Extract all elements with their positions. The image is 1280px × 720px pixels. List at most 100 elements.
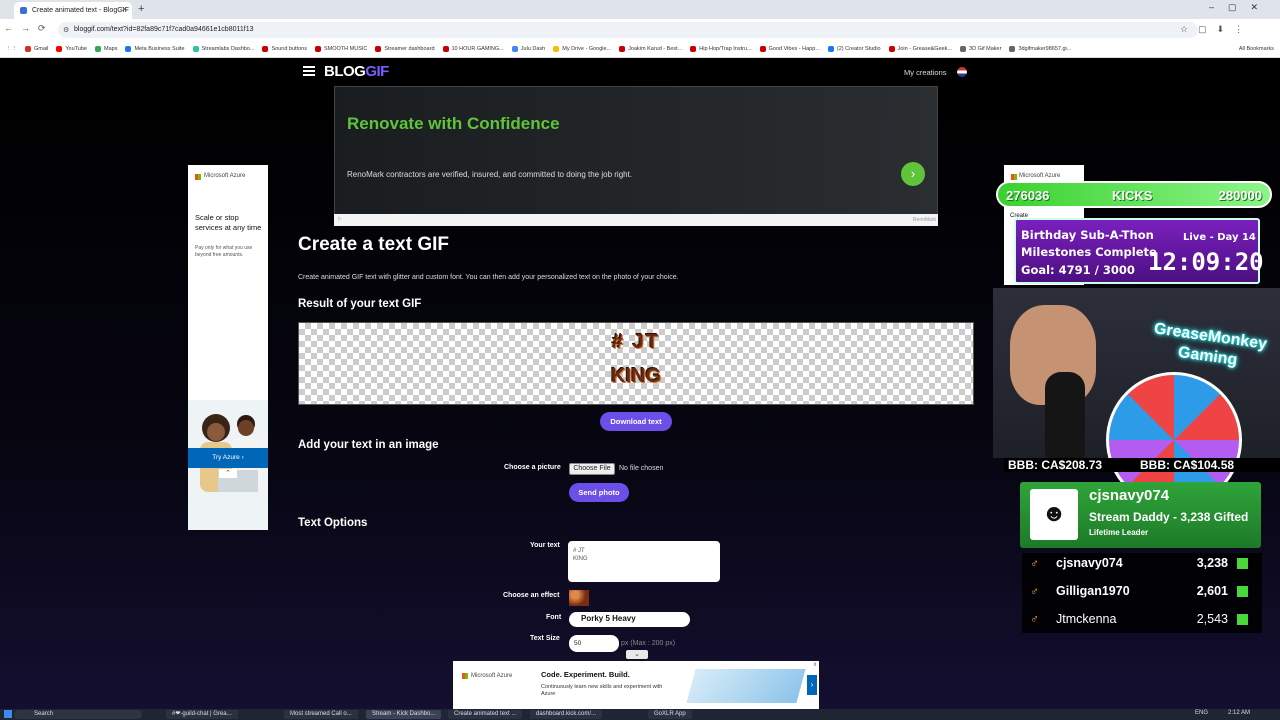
bookmark-item[interactable]: Good Vibes - Happ... [759,46,820,52]
bookmark-favicon-icon [442,46,449,52]
microsoft-logo-icon [462,673,468,679]
browser-toolbar-icons[interactable]: ☆▢⬇⋮ [1180,24,1253,35]
top-banner-ad[interactable] [334,86,938,226]
male-symbol-icon: ♂ [1030,556,1039,570]
right-ad-brand: Microsoft Azure [1011,173,1060,180]
bottom-ad-graphic [686,669,806,703]
bookmark-favicon-icon [56,46,63,52]
bookmark-item[interactable]: Julu Dash [511,46,545,52]
your-text-textarea[interactable]: # JT KING [568,541,720,582]
all-bookmarks-button[interactable]: All Bookmarks [1239,46,1274,52]
top-ad-sponsor: RenoMark [912,217,936,223]
download-text-button[interactable]: Download text [600,412,672,431]
bookmark-label: Join - Grease&Geek... [897,46,953,52]
tab-title: Create animated text - BlogGIF [32,7,129,14]
bookmark-item[interactable]: Gmail [25,46,48,52]
bookmark-item[interactable]: 10 HOUR GAMING... [442,46,504,52]
your-text-label: Your text [530,542,560,549]
bookmark-favicon-icon [192,46,199,52]
microsoft-logo-icon [1011,174,1017,180]
bottom-ad-next-button[interactable]: › [807,675,817,695]
subathon-timer: 12:09:20 [1148,248,1264,276]
bookmark-item[interactable]: Maps [95,46,117,52]
leaderboard-row: ♂ Jtmckenna 2,543 [1022,609,1262,631]
close-ad-icon[interactable]: x [811,661,819,669]
bookmark-item[interactable]: Sound buttons [262,46,307,52]
try-azure-button[interactable]: Try Azure › [188,448,268,468]
bookmark-favicon-icon [827,46,834,52]
page-description: Create animated GIF text with glitter an… [298,274,679,281]
top-ad-title[interactable]: Renovate with Confidence [347,114,560,134]
bookmark-label: Streamlabs Dashbo... [201,46,255,52]
browser-tab-active[interactable]: Create animated text - BlogGIF ✕ [14,2,132,19]
new-tab-plus-icon[interactable]: + [138,3,144,15]
site-info-icon[interactable]: ⚙ [63,26,69,34]
site-logo[interactable]: BLOGGIF [324,63,389,80]
language-indicator[interactable]: ENG [1195,710,1208,716]
navigation-buttons[interactable]: ←→⟳ [4,23,54,34]
taskbar-item[interactable]: GoXLR App [648,710,692,719]
adchoices-icon[interactable]: ▷ [338,216,342,222]
taskbar-clock[interactable]: 2:12 AM [1228,710,1250,716]
left-side-ad[interactable]: Microsoft Azure Scale or stop services a… [188,165,268,530]
bookmark-label: My Drive - Google... [562,46,612,52]
bookmark-item[interactable]: (2) Creator Studio [827,46,881,52]
male-symbol-icon: ♂ [1030,612,1039,626]
bbb-left: BBB: CA$208.73 [1008,458,1103,472]
url-field[interactable]: ⚙ bloggif.com/text?id=82fa89c71f7cad0a94… [58,22,1198,38]
language-flag-icon[interactable] [957,67,967,77]
bookmark-item[interactable]: 3dgifmaker98657.gi... [1009,46,1071,52]
bookmark-item[interactable]: YouTube [56,46,87,52]
leader-name: Gilligan1970 [1056,584,1130,598]
taskbar-search[interactable]: Search [14,710,142,719]
window-controls[interactable]: –▢✕ [1209,2,1272,13]
top-ad-next-button[interactable]: › [901,162,925,186]
bookmark-item[interactable]: Streamer dashboard [375,46,435,52]
taskbar-item[interactable]: dashboard.kick.com/... [530,710,603,719]
bookmark-item[interactable]: Meta Business Suite [125,46,185,52]
windows-taskbar: Search #❤-guild-chat | Grea... Most stre… [0,709,1280,720]
text-size-input[interactable]: 50 [569,635,619,652]
top-gifter-detail: Stream Daddy - 3,238 Gifted [1089,510,1249,524]
taskbar-item[interactable]: Stream - Kick Dashbo... [366,710,442,719]
bookmark-item[interactable]: Streamlabs Dashbo... [192,46,255,52]
bookmark-item[interactable]: Joakim Karud - Best... [619,46,682,52]
bookmark-item[interactable]: SMOOTH MUSIC [314,46,367,52]
bookmark-item[interactable]: Hip Hop/Trap Instru... [690,46,752,52]
bottom-banner-ad[interactable]: Microsoft Azure Code. Experiment. Build.… [453,661,819,709]
page-title: Create a text GIF [298,234,449,255]
font-select[interactable]: Porky 5 Heavy [569,612,690,627]
bookmark-label: Joakim Karud - Best... [628,46,683,52]
gif-text-line2: KING [611,365,661,387]
leader-amount: 3,238 [1196,556,1228,570]
apps-grid-icon[interactable]: ⋮⋮ [6,46,17,52]
your-text-line1: # JT [573,548,585,554]
chevron-up-icon[interactable]: ⌃ [219,469,237,478]
kicks-goal-bar: 276036 KICKS 280000 [996,181,1272,208]
send-photo-button[interactable]: Send photo [569,483,629,502]
effect-swatch[interactable] [569,590,589,606]
chevron-down-icon[interactable]: ⌄ [626,650,648,659]
taskbar-item[interactable]: Create animated text ... [448,710,523,719]
bbb-right: BBB: CA$104.58 [1140,458,1235,472]
windows-start-icon[interactable] [4,710,12,718]
bookmark-item[interactable]: 3D Gif Maker [960,46,1001,52]
taskbar-item[interactable]: #❤-guild-chat | Grea... [166,710,238,719]
gift-icon [1237,558,1248,569]
bookmark-item[interactable]: Join - Grease&Geek... [888,46,953,52]
gift-icon [1237,614,1248,625]
url-text: bloggif.com/text?id=82fa89c71f7cad0a9466… [74,26,254,33]
gif-text-line1: # JT [611,331,661,353]
choose-file-button[interactable]: Choose File [569,463,615,475]
bookmark-favicon-icon [553,46,560,52]
bbb-ticker: BBB: CA$208.73 BBB: CA$104.58 [1004,458,1280,472]
bookmark-favicon-icon [95,46,101,52]
menu-hamburger-icon[interactable] [303,66,315,76]
bookmark-item[interactable]: My Drive - Google... [553,46,611,52]
close-tab-icon[interactable]: ✕ [121,5,128,14]
left-ad-headline: Scale or stop services at any time [195,213,262,232]
taskbar-item[interactable]: Most streamed Call o... [284,710,358,719]
my-creations-link[interactable]: My creations [904,68,947,77]
bookmark-favicon-icon [690,46,697,52]
bookmark-label: YouTube [65,46,87,52]
